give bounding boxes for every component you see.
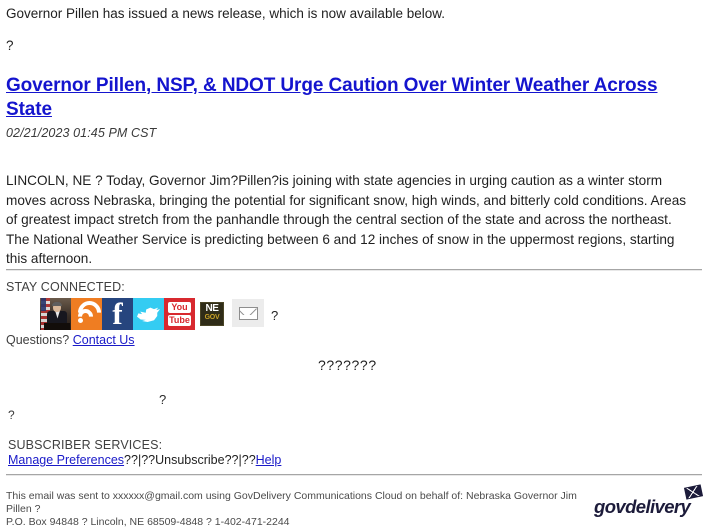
youtube-word-you: You (168, 301, 191, 313)
footer-inner: This email was sent to xxxxxx@gmail.com … (6, 484, 704, 529)
stay-connected-label: STAY CONNECTED: (6, 279, 125, 294)
subscriber-services-links: Manage Preferences??|??Unsubscribe??|??H… (8, 453, 281, 467)
subscriber-services-title: SUBSCRIBER SERVICES: (8, 438, 163, 452)
separator-2: ??|?? (224, 453, 256, 467)
questions-row: Questions? Contact Us (6, 333, 702, 347)
manage-preferences-link[interactable]: Manage Preferences (8, 453, 124, 467)
envelope-flap (239, 307, 258, 315)
facebook-icon[interactable]: f (102, 297, 133, 330)
footer-line-1: This email was sent to xxxxxx@gmail.com … (6, 490, 577, 515)
email-icon[interactable] (232, 298, 264, 327)
subscriber-services-block: SUBSCRIBER SERVICES: Manage Preferences?… (8, 438, 281, 467)
email-bulletin-page: Governor Pillen has issued a news releas… (0, 0, 708, 532)
divider-top (6, 268, 702, 271)
social-icon-row: f You Tube NE GOV ? (40, 297, 702, 331)
publish-date: 02/21/2023 01:45 PM CST (6, 126, 157, 140)
divider-bottom (6, 474, 702, 476)
news-release-body: LINCOLN, NE ? Today, Governor Jim?Pillen… (6, 173, 687, 266)
flag-canton (41, 297, 46, 311)
nebraska-gov-icon-wrap: NE GOV (195, 298, 229, 326)
ne-label: NE (205, 302, 219, 314)
help-link[interactable]: Help (256, 453, 282, 467)
footer-address-text: This email was sent to xxxxxx@gmail.com … (6, 490, 586, 529)
questions-label: Questions? (6, 332, 70, 347)
email-icon-wrap (229, 298, 267, 327)
intro-text: Governor Pillen has issued a news releas… (6, 6, 445, 21)
unsubscribe-text[interactable]: Unsubscribe (155, 453, 224, 467)
podium-shape (44, 322, 70, 330)
governor-photo-icon[interactable] (40, 297, 71, 330)
placeholder-qmark-mid: ? (159, 392, 167, 407)
placeholder-qmark-left: ? (8, 408, 15, 422)
nebraska-gov-icon[interactable]: NE GOV (200, 301, 224, 326)
youtube-icon[interactable]: You Tube (164, 297, 195, 330)
rss-dot (78, 317, 83, 323)
govdelivery-wordmark: govdelivery (594, 496, 691, 517)
facebook-glyph: f (112, 297, 123, 330)
hair-shape (52, 301, 62, 306)
intro-placeholder-char: ? (6, 38, 14, 53)
youtube-word-tube: Tube (168, 314, 191, 326)
separator-1: ??|?? (124, 453, 156, 467)
govdelivery-logo[interactable]: govdelivery (594, 484, 704, 522)
news-release-headline-link[interactable]: Governor Pillen, NSP, & NDOT Urge Cautio… (6, 74, 702, 122)
gov-label: GOV (204, 313, 220, 321)
rss-icon[interactable] (71, 297, 102, 330)
twitter-bird-glyph (137, 307, 160, 323)
twitter-icon[interactable] (133, 297, 164, 330)
footer: This email was sent to xxxxxx@gmail.com … (6, 474, 704, 529)
social-trailing-qmark: ? (271, 307, 279, 323)
contact-us-link[interactable]: Contact Us (73, 333, 135, 347)
footer-line-2: P.O. Box 94848 ? Lincoln, NE 68509-4848 … (6, 516, 290, 528)
placeholder-qmarks-right: ??????? (318, 357, 377, 373)
